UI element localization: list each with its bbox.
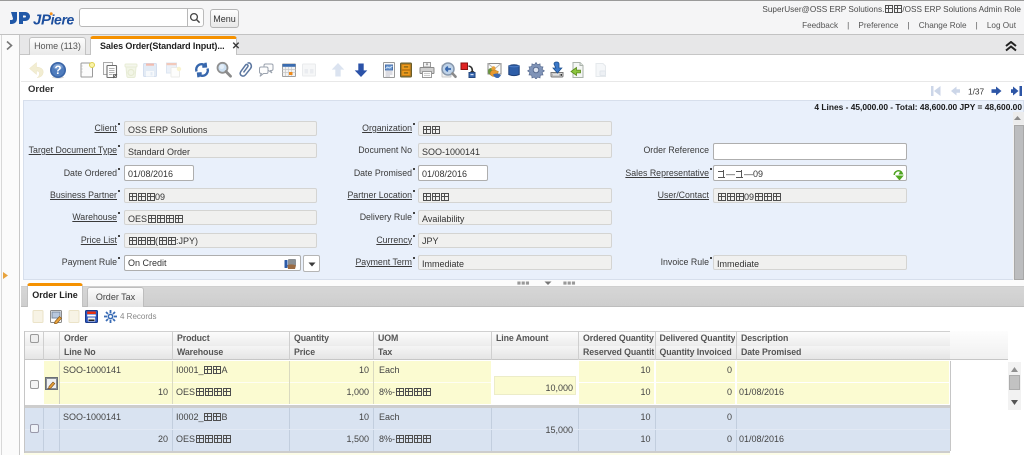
svg-text:1/37: 1/37: [968, 87, 985, 97]
svg-text:JPiere: JPiere: [33, 12, 74, 29]
svg-text:?: ?: [54, 65, 61, 77]
